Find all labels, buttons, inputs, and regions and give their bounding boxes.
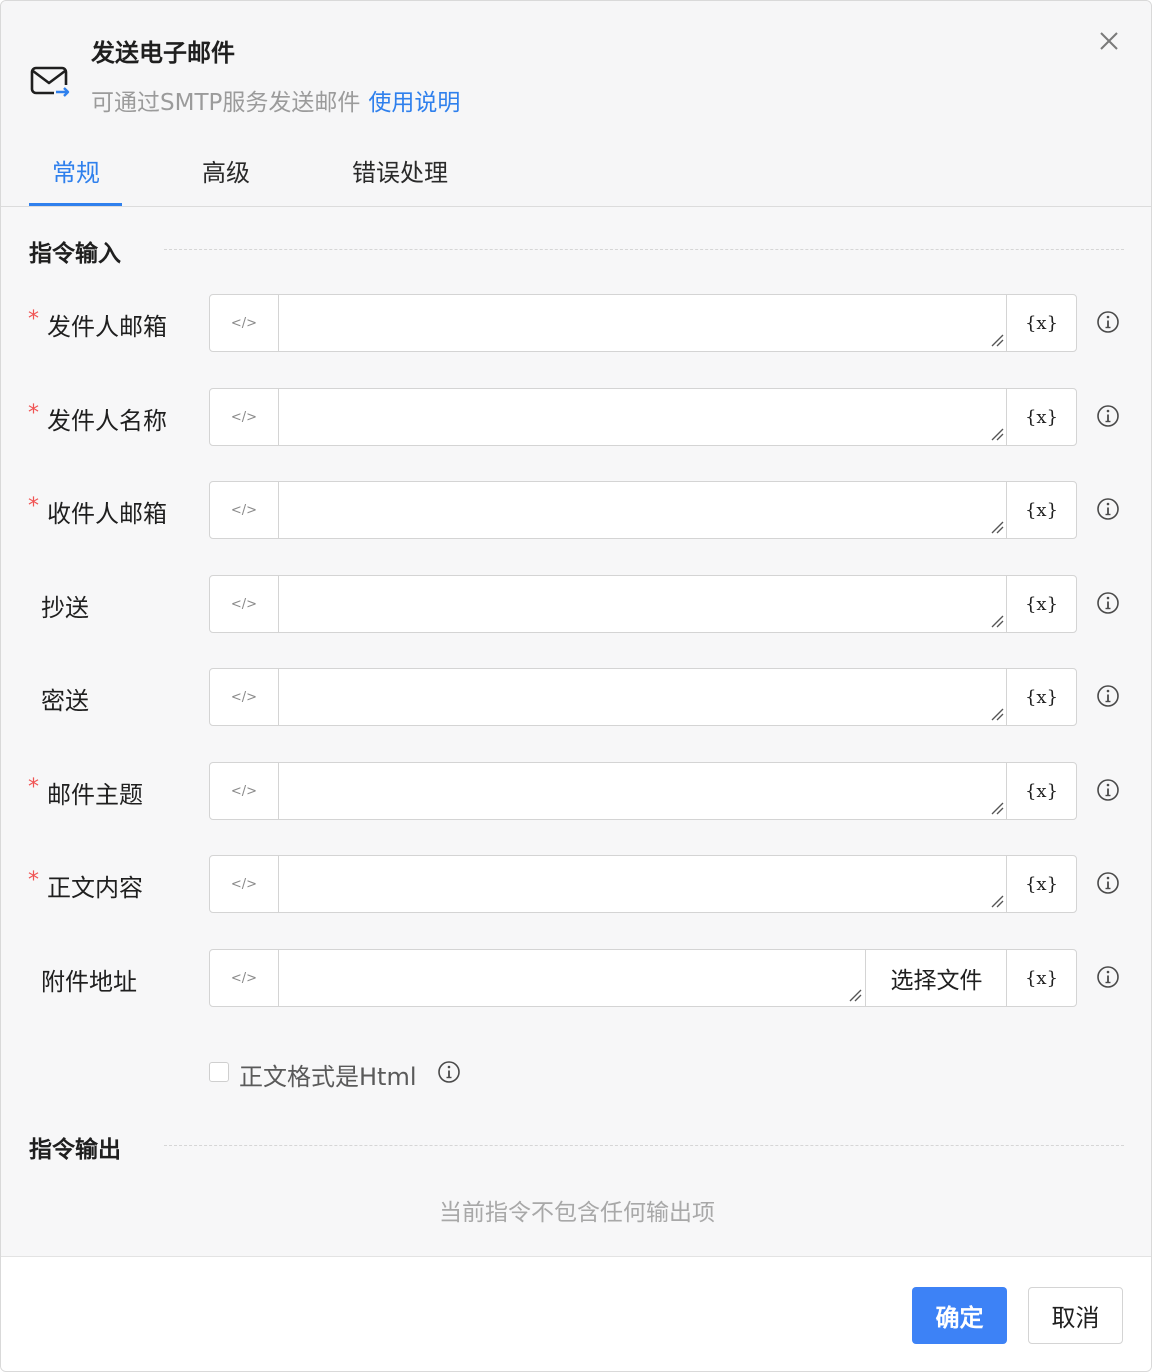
code-mode-icon[interactable]: </> [210,856,279,912]
field-label-recipient-email: 收件人邮箱 [47,500,167,528]
field-label-subject: 邮件主题 [47,781,143,809]
code-mode-icon[interactable]: </> [210,576,279,632]
insert-variable-button[interactable]: {x} [1006,482,1076,538]
required-mark: * [28,307,39,332]
field-label-body-content: 正文内容 [47,874,143,902]
cc-input[interactable] [280,576,1007,632]
dialog-subtitle: 可通过SMTP服务发送邮件 使用说明 [91,83,460,117]
insert-variable-button[interactable]: {x} [1006,856,1076,912]
insert-variable-button[interactable]: {x} [1006,576,1076,632]
body-content-input[interactable] [280,856,1007,912]
insert-variable-button[interactable]: {x} [1006,763,1076,819]
output-section-title: 指令输出 [29,1137,121,1163]
insert-variable-button[interactable]: {x} [1006,295,1076,351]
field-body-content: </> {x} [209,855,1077,913]
code-mode-icon[interactable]: </> [210,389,279,445]
help-link[interactable]: 使用说明 [368,90,460,116]
attachment-path-input[interactable] [280,950,865,1006]
field-attachment-path: </> 选择文件 {x} [209,949,1077,1007]
html-format-checkbox[interactable] [209,1062,229,1082]
field-sender-email: </> {x} [209,294,1077,352]
info-icon[interactable] [1096,965,1120,989]
resize-handle-icon[interactable] [990,333,1004,347]
bcc-input[interactable] [280,669,1007,725]
info-icon[interactable] [1096,497,1120,521]
cancel-button[interactable]: 取消 [1028,1287,1123,1344]
section-divider [164,249,1124,250]
insert-variable-button[interactable]: {x} [1006,669,1076,725]
send-email-dialog: 发送电子邮件 可通过SMTP服务发送邮件 使用说明 常规 高级 错误处理 指令输入… [0,0,1152,1372]
code-mode-icon[interactable]: </> [210,763,279,819]
active-tab-indicator [29,203,122,206]
resize-handle-icon[interactable] [990,707,1004,721]
tab-error-handling[interactable]: 错误处理 [352,153,448,188]
info-icon[interactable] [1096,404,1120,428]
sender-name-input[interactable] [280,389,1007,445]
code-mode-icon[interactable]: </> [210,482,279,538]
resize-handle-icon[interactable] [990,614,1004,628]
select-file-button[interactable]: 选择文件 [865,950,1007,1006]
info-icon[interactable] [1096,591,1120,615]
insert-variable-button[interactable]: {x} [1006,950,1076,1006]
tab-advanced[interactable]: 高级 [202,153,250,188]
info-icon[interactable] [437,1060,461,1084]
info-icon[interactable] [1096,684,1120,708]
field-recipient-email: </> {x} [209,481,1077,539]
required-mark: * [28,494,39,519]
info-icon[interactable] [1096,310,1120,334]
field-label-cc: 抄送 [41,594,89,622]
html-format-label[interactable]: 正文格式是Html [239,1057,417,1092]
confirm-button[interactable]: 确定 [912,1287,1007,1344]
mail-send-icon [30,66,70,99]
field-label-bcc: 密送 [41,687,89,715]
field-subject: </> {x} [209,762,1077,820]
recipient-email-input[interactable] [280,482,1007,538]
subject-input[interactable] [280,763,1007,819]
input-section-title: 指令输入 [29,241,121,267]
insert-variable-button[interactable]: {x} [1006,389,1076,445]
resize-handle-icon[interactable] [990,427,1004,441]
section-divider [164,1145,1124,1146]
dialog-footer: 确定 取消 [1,1256,1151,1371]
required-mark: * [28,868,39,893]
field-label-sender-email: 发件人邮箱 [47,313,167,341]
tab-general[interactable]: 常规 [52,153,100,188]
field-sender-name: </> {x} [209,388,1077,446]
resize-handle-icon[interactable] [990,894,1004,908]
subtitle-text: 可通过SMTP服务发送邮件 [91,90,361,116]
resize-handle-icon[interactable] [990,801,1004,815]
info-icon[interactable] [1096,778,1120,802]
close-icon[interactable] [1095,27,1123,55]
required-mark: * [28,775,39,800]
field-cc: </> {x} [209,575,1077,633]
info-icon[interactable] [1096,871,1120,895]
field-label-attachment-path: 附件地址 [41,968,137,996]
resize-handle-icon[interactable] [990,520,1004,534]
field-bcc: </> {x} [209,668,1077,726]
field-label-sender-name: 发件人名称 [47,407,167,435]
required-mark: * [28,401,39,426]
sender-email-input[interactable] [280,295,1007,351]
code-mode-icon[interactable]: </> [210,950,279,1006]
code-mode-icon[interactable]: </> [210,295,279,351]
dialog-title: 发送电子邮件 [91,39,235,67]
empty-output-text: 当前指令不包含任何输出项 [439,1200,715,1226]
resize-handle-icon[interactable] [848,988,862,1002]
code-mode-icon[interactable]: </> [210,669,279,725]
dialog-header: 发送电子邮件 可通过SMTP服务发送邮件 使用说明 常规 高级 错误处理 [1,1,1151,207]
